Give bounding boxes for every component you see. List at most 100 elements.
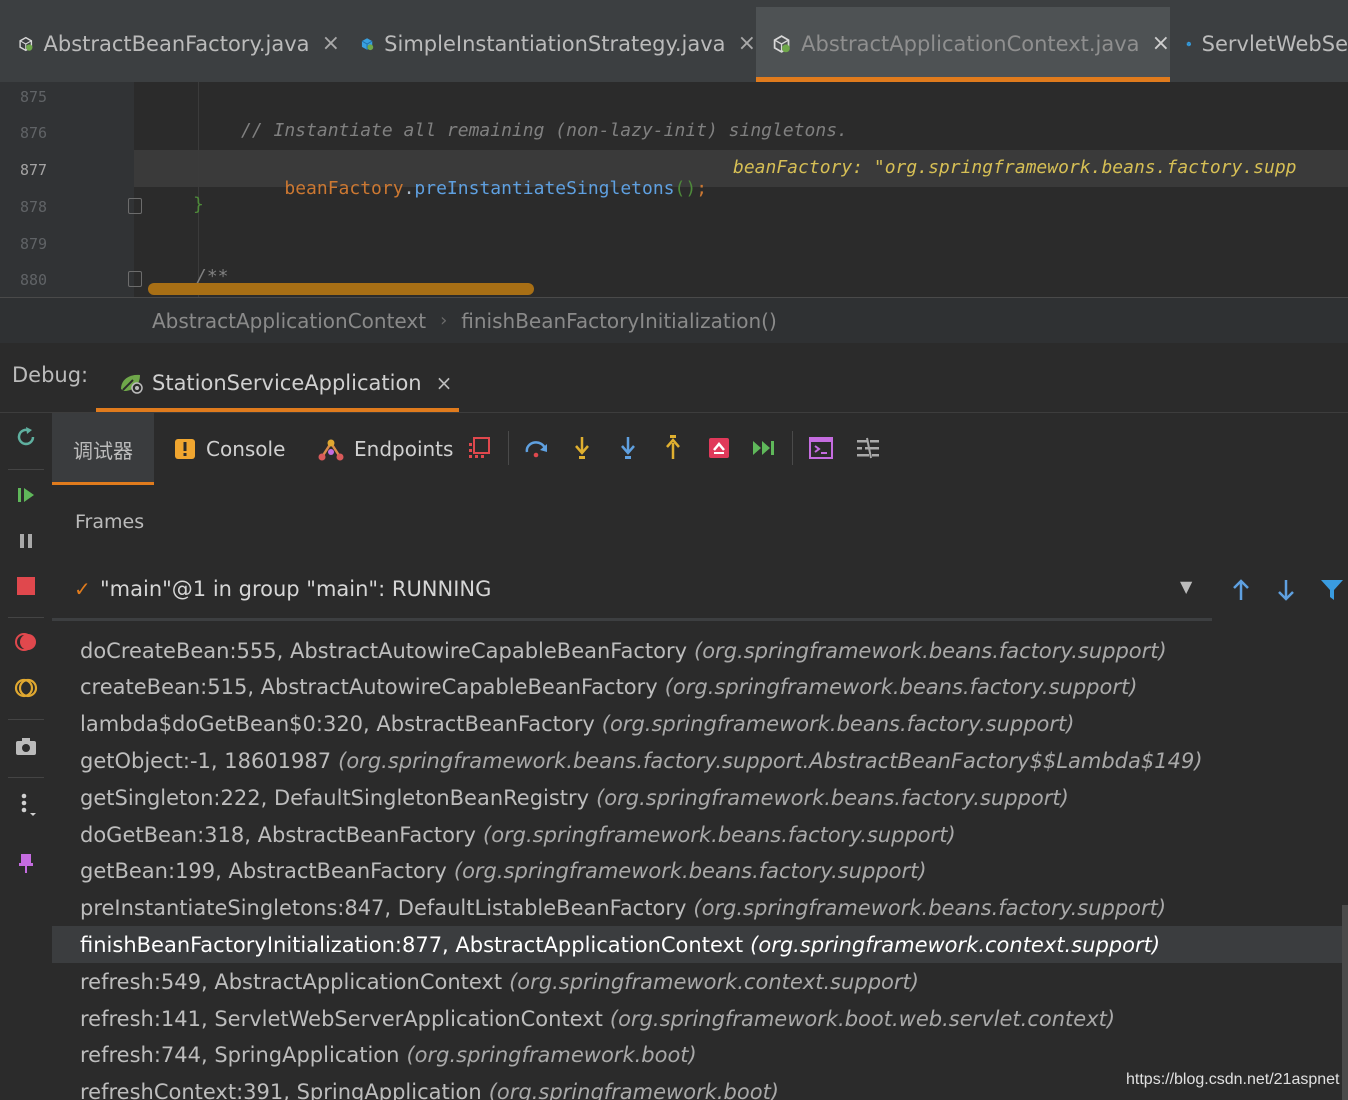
frames-title: Frames xyxy=(75,511,145,533)
endpoints-icon xyxy=(318,439,344,461)
tab-debugger[interactable]: 调试器 xyxy=(52,413,154,485)
horizontal-scrollbar[interactable] xyxy=(148,283,534,295)
line-number: 877 xyxy=(20,161,48,179)
frame-package: (org.springframework.beans.factory.suppo… xyxy=(601,712,1075,737)
class-icon xyxy=(773,34,790,53)
frame-item[interactable]: getObject:-1, 18601987 (org.springframewo… xyxy=(52,742,1342,779)
close-icon[interactable]: × xyxy=(738,31,756,56)
frame-item[interactable]: refresh:549, AbstractApplicationContext(… xyxy=(52,963,1342,1000)
watermark: https://blog.csdn.net/21aspnet xyxy=(1126,1071,1340,1088)
tab-debugger-label: 调试器 xyxy=(73,438,133,463)
editor-tab-label: ServletWebSe xyxy=(1201,31,1348,56)
editor-tab-label: AbstractBeanFactory.java xyxy=(43,31,310,56)
force-step-into-icon[interactable] xyxy=(615,435,641,461)
code-line-current: beanFactory.preInstantiateSingletons(); xyxy=(241,157,707,220)
tab-endpoints-label: Endpoints xyxy=(354,437,454,461)
drop-frame-icon[interactable] xyxy=(706,435,732,461)
frame-item[interactable]: preInstantiateSingletons:847, DefaultLis… xyxy=(52,890,1342,927)
console-warning-icon xyxy=(175,439,195,459)
indent-guide xyxy=(198,82,199,297)
view-breakpoints-icon[interactable] xyxy=(12,628,40,656)
editor-tab-label: SimpleInstantiationStrategy.java xyxy=(384,31,726,56)
toolbar-separator xyxy=(792,431,793,465)
frame-item[interactable]: doGetBean:318, AbstractBeanFactory (org.s… xyxy=(52,816,1342,853)
frame-item[interactable]: refresh:141, ServletWebServerApplication… xyxy=(52,1000,1342,1037)
toolbar-divider xyxy=(8,777,44,778)
frame-item[interactable]: doCreateBean:555, AbstractAutowireCapabl… xyxy=(52,632,1342,669)
line-number: 879 xyxy=(20,235,48,253)
vertical-scrollbar[interactable] xyxy=(1342,905,1348,1100)
tab-endpoints[interactable]: Endpoints xyxy=(318,413,453,485)
toolbar-divider xyxy=(8,469,44,470)
code-parens: () xyxy=(674,178,697,199)
camera-icon[interactable] xyxy=(12,732,40,760)
trace-settings-icon[interactable] xyxy=(855,435,881,461)
pin-tab-icon[interactable] xyxy=(12,849,40,877)
run-to-cursor-icon[interactable] xyxy=(751,435,777,461)
fold-end-icon[interactable] xyxy=(128,198,142,214)
check-icon: ✓ xyxy=(74,577,91,601)
line-number: 880 xyxy=(20,271,48,289)
resume-program-icon[interactable] xyxy=(12,481,40,509)
arrow-down-icon[interactable] xyxy=(1273,577,1299,603)
more-options-icon[interactable] xyxy=(12,790,40,818)
frame-package: (org.springframework.beans.factory.suppo… xyxy=(338,748,1203,773)
close-icon[interactable]: × xyxy=(1152,31,1170,56)
stop-icon[interactable] xyxy=(12,572,40,600)
toolbar-separator xyxy=(508,431,509,465)
frame-item-selected[interactable]: finishBeanFactoryInitialization:877, Abs… xyxy=(52,926,1342,964)
close-icon[interactable]: × xyxy=(436,371,453,395)
breadcrumb-method[interactable]: finishBeanFactoryInitialization() xyxy=(461,309,777,333)
frame-item[interactable]: createBean:515, AbstractAutowireCapableB… xyxy=(52,669,1342,706)
debug-session-tab[interactable]: StationServiceApplication × xyxy=(96,353,459,412)
code-dot: . xyxy=(403,178,415,199)
step-out-icon[interactable] xyxy=(660,435,686,461)
frame-package: (org.springframework.boot) xyxy=(406,1043,697,1068)
filter-icon[interactable] xyxy=(1319,577,1345,603)
frame-method: refresh:549, AbstractApplicationContext xyxy=(80,969,503,994)
frames-list[interactable]: doCreateBean:555, AbstractAutowireCapabl… xyxy=(52,625,1348,1100)
frame-package: (org.springframework.boot.web.servlet.co… xyxy=(609,1006,1116,1031)
frame-package: (org.springframework.beans.factory.suppo… xyxy=(664,675,1138,700)
frame-item[interactable]: getSingleton:222, DefaultSingletonBeanRe… xyxy=(52,779,1342,816)
editor-tab-simpleinstantiationstrategy[interactable]: SimpleInstantiationStrategy.java × xyxy=(340,7,756,80)
frame-package: (org.springframework.beans.factory.suppo… xyxy=(453,859,927,884)
class-icon xyxy=(1186,41,1191,46)
editor-tab-servletwebserver[interactable]: ServletWebSe xyxy=(1170,7,1348,80)
line-number: 875 xyxy=(20,88,48,106)
mute-breakpoints-icon[interactable] xyxy=(12,674,40,702)
frame-method: refresh:141, ServletWebServerApplication… xyxy=(80,1006,603,1031)
rerun-icon[interactable] xyxy=(12,423,40,451)
breadcrumb: AbstractApplicationContext › finishBeanF… xyxy=(0,297,1348,343)
frame-method: getSingleton:222, DefaultSingletonBeanRe… xyxy=(80,785,590,810)
evaluate-expression-icon[interactable] xyxy=(808,435,834,461)
fold-start-icon[interactable] xyxy=(128,271,142,287)
frame-method: doGetBean:318, AbstractBeanFactory xyxy=(80,822,476,847)
chevron-down-icon[interactable]: ▼ xyxy=(1180,577,1192,596)
editor-tab-abstractbeanfactory[interactable]: AbstractBeanFactory.java × xyxy=(0,7,340,80)
restore-layout-icon[interactable] xyxy=(466,435,492,461)
frame-method: refreshContext:391, SpringApplication xyxy=(80,1080,482,1100)
tab-console[interactable]: Console xyxy=(174,413,285,485)
arrow-up-icon[interactable] xyxy=(1228,577,1254,603)
code-method: preInstantiateSingletons xyxy=(414,178,675,199)
frame-item[interactable]: refresh:744, SpringApplication (org.sprin… xyxy=(52,1037,1342,1074)
toolbar-divider xyxy=(8,617,44,618)
frame-package: (org.springframework.beans.factory.suppo… xyxy=(694,638,1167,663)
thread-selector[interactable]: ✓ "main"@1 in group "main": RUNNING ▼ xyxy=(52,555,1212,621)
line-number: 878 xyxy=(20,198,48,216)
step-over-icon[interactable] xyxy=(524,435,550,461)
line-number: 876 xyxy=(20,124,48,142)
step-into-icon[interactable] xyxy=(569,435,595,461)
breadcrumb-class[interactable]: AbstractApplicationContext xyxy=(152,309,426,333)
thread-selector-row: ✓ "main"@1 in group "main": RUNNING ▼ xyxy=(52,555,1348,625)
code-closing-brace: } xyxy=(193,194,204,215)
code-editor[interactable]: 875 876 877 878 879 880 // Instantiate a… xyxy=(0,82,1348,297)
pause-program-icon[interactable] xyxy=(12,527,40,555)
debug-tool-window-header: Debug: StationServiceApplication × xyxy=(0,343,1348,413)
editor-tab-abstractapplicationcontext[interactable]: AbstractApplicationContext.java × xyxy=(756,7,1170,82)
frame-item[interactable]: getBean:199, AbstractBeanFactory (org.spr… xyxy=(52,853,1342,890)
frame-method: preInstantiateSingletons:847, DefaultLis… xyxy=(80,896,687,921)
close-icon[interactable]: × xyxy=(322,31,340,56)
frame-item[interactable]: lambda$doGetBean$0:320, AbstractBeanFact… xyxy=(52,706,1342,743)
